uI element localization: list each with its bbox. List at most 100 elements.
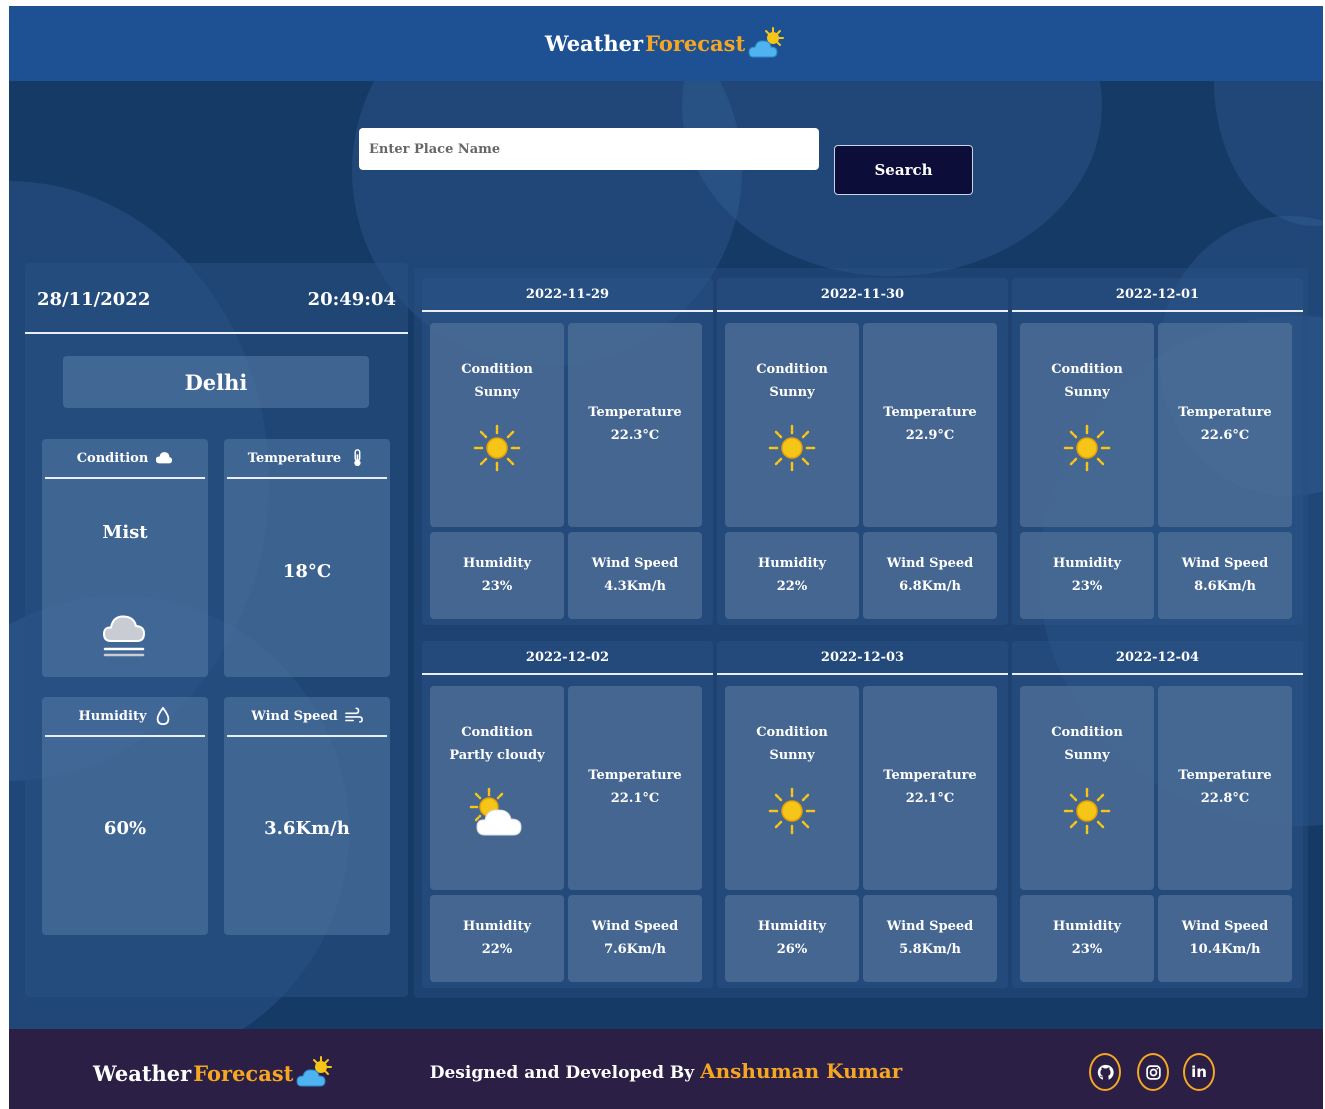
place-search-input[interactable] — [359, 128, 819, 170]
forecast-wind-label: Wind Speed — [886, 919, 974, 934]
wind-card: Wind Speed 3.6Km/h — [224, 697, 390, 935]
forecast-condition-tile: Condition Sunny — [725, 686, 859, 890]
forecast-humidity-tile: Humidity 22% — [430, 895, 564, 982]
github-icon — [1097, 1064, 1114, 1080]
forecast-wind-label: Wind Speed — [591, 919, 679, 934]
forecast-temperature-tile: Temperature 22.9°C — [863, 323, 997, 527]
temperature-card-header: Temperature — [227, 439, 387, 479]
forecast-humidity-label: Humidity — [462, 919, 531, 934]
forecast-temperature-tile: Temperature 22.1°C — [568, 686, 702, 890]
github-link[interactable] — [1089, 1053, 1121, 1091]
condition-card-header: Condition — [45, 439, 205, 479]
droplet-icon — [156, 707, 169, 725]
linkedin-icon: in — [1191, 1063, 1207, 1081]
search-button[interactable]: Search — [834, 145, 973, 195]
forecast-wind-tile: Wind Speed 6.8Km/h — [863, 532, 997, 619]
forecast-condition-label: Condition — [1051, 725, 1123, 740]
forecast-date: 2022-12-04 — [1012, 641, 1303, 675]
forecast-humidity-value: 23% — [481, 579, 513, 594]
sun-icon — [473, 424, 521, 472]
forecast-humidity-value: 26% — [776, 942, 808, 957]
forecast-date: 2022-12-02 — [422, 641, 713, 675]
forecast-wind-label: Wind Speed — [591, 556, 679, 571]
forecast-wind-tile: Wind Speed 10.4Km/h — [1158, 895, 1292, 982]
temperature-value: 18°C — [282, 561, 332, 582]
humidity-card-header: Humidity — [45, 697, 205, 737]
forecast-wind-tile: Wind Speed 5.8Km/h — [863, 895, 997, 982]
sun-icon — [1063, 787, 1111, 835]
forecast-humidity-tile: Humidity 23% — [1020, 895, 1154, 982]
forecast-wind-label: Wind Speed — [886, 556, 974, 571]
linkedin-link[interactable]: in — [1183, 1053, 1215, 1091]
forecast-condition-value: Sunny — [769, 748, 815, 763]
forecast-temperature-value: 22.9°C — [905, 428, 955, 443]
forecast-humidity-value: 23% — [1071, 579, 1103, 594]
forecast-temperature-label: Temperature — [1178, 405, 1272, 420]
forecast-wind-tile: Wind Speed 8.6Km/h — [1158, 532, 1292, 619]
forecast-humidity-value: 22% — [481, 942, 513, 957]
sun-icon — [1063, 424, 1111, 472]
humidity-value: 60% — [103, 818, 147, 839]
forecast-wind-label: Wind Speed — [1181, 556, 1269, 571]
sun-icon — [768, 424, 816, 472]
forecast-humidity-label: Humidity — [757, 919, 826, 934]
forecast-temperature-label: Temperature — [1178, 768, 1272, 783]
forecast-condition-value: Partly cloudy — [449, 748, 545, 763]
forecast-condition-label: Condition — [461, 362, 533, 377]
thermometer-icon — [354, 449, 361, 467]
forecast-panel: 2022-11-29 Condition Sunny Temperature 22.3°… — [414, 268, 1308, 998]
brand-logo[interactable]: Weather Forecast — [545, 26, 787, 62]
forecast-day-card: 2022-11-30 Condition Sunny Temperature 22.9°… — [717, 278, 1008, 625]
humidity-card: Humidity 60% — [42, 697, 208, 935]
forecast-condition-tile: Condition Sunny — [430, 323, 564, 527]
forecast-temperature-tile: Temperature 22.6°C — [1158, 323, 1292, 527]
wind-label: Wind Speed — [251, 708, 338, 724]
forecast-date: 2022-11-30 — [717, 278, 1008, 312]
forecast-condition-tile: Condition Sunny — [1020, 323, 1154, 527]
forecast-humidity-label: Humidity — [1052, 556, 1121, 571]
sun-cloud-logo-icon — [748, 26, 785, 57]
forecast-humidity-value: 22% — [776, 579, 808, 594]
forecast-day-card: 2022-12-04 Condition Sunny Temperature 22.8°… — [1012, 641, 1303, 988]
forecast-wind-value: 6.8Km/h — [899, 579, 961, 594]
forecast-temperature-label: Temperature — [588, 768, 682, 783]
forecast-day-card: 2022-12-02 Condition Partly cloudy Temperat… — [422, 641, 713, 988]
city-name: Delhi — [63, 356, 369, 408]
forecast-wind-tile: Wind Speed 7.6Km/h — [568, 895, 702, 982]
forecast-temperature-label: Temperature — [588, 405, 682, 420]
cloud-icon — [156, 452, 173, 464]
humidity-label: Humidity — [78, 708, 147, 724]
instagram-icon — [1145, 1064, 1161, 1080]
forecast-wind-value: 7.6Km/h — [604, 942, 666, 957]
wind-card-header: Wind Speed — [227, 697, 387, 737]
forecast-humidity-tile: Humidity 23% — [1020, 532, 1154, 619]
brand-name-main: Weather — [544, 31, 644, 56]
forecast-temperature-value: 22.1°C — [905, 791, 955, 806]
mist-cloud-icon — [102, 615, 146, 657]
brand-name-accent: Forecast — [645, 31, 746, 56]
forecast-humidity-label: Humidity — [757, 556, 826, 571]
forecast-condition-tile: Condition Sunny — [1020, 686, 1154, 890]
forecast-condition-label: Condition — [1051, 362, 1123, 377]
forecast-wind-value: 10.4Km/h — [1189, 942, 1261, 957]
forecast-humidity-label: Humidity — [462, 556, 531, 571]
forecast-humidity-tile: Humidity 26% — [725, 895, 859, 982]
forecast-temperature-tile: Temperature 22.1°C — [863, 686, 997, 890]
forecast-day-card: 2022-11-29 Condition Sunny Temperature 22.3°… — [422, 278, 713, 625]
forecast-humidity-tile: Humidity 23% — [430, 532, 564, 619]
current-date: 28/11/2022 — [37, 289, 151, 310]
forecast-wind-label: Wind Speed — [1181, 919, 1269, 934]
author-name[interactable]: Anshuman Kumar — [700, 1059, 902, 1083]
forecast-condition-value: Sunny — [1064, 748, 1110, 763]
forecast-condition-value: Sunny — [1064, 385, 1110, 400]
sun-icon — [768, 787, 816, 835]
forecast-humidity-tile: Humidity 22% — [725, 532, 859, 619]
forecast-temperature-label: Temperature — [883, 768, 977, 783]
forecast-date: 2022-12-03 — [717, 641, 1008, 675]
instagram-link[interactable] — [1137, 1053, 1169, 1091]
condition-label: Condition — [76, 450, 149, 466]
forecast-temperature-value: 22.6°C — [1200, 428, 1250, 443]
forecast-condition-tile: Condition Sunny — [725, 323, 859, 527]
forecast-day-card: 2022-12-01 Condition Sunny Temperature 22.6°… — [1012, 278, 1303, 625]
forecast-wind-value: 8.6Km/h — [1194, 579, 1256, 594]
